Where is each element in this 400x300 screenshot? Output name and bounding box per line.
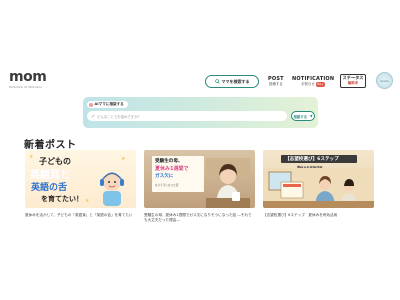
nav-notification[interactable]: NOTIFICATION お知らせ 99+ (292, 76, 334, 87)
post-thumbnail: 受験生の母、 夏休み1週間で ガス欠に なりそうになった話 (144, 150, 255, 208)
thumb-text-line: ガス欠に (155, 174, 174, 179)
star-icon: ★ (85, 198, 90, 204)
nav-post-sub: 投稿する (269, 82, 283, 86)
consult-input[interactable]: どんなことでお悩みですか？ (87, 111, 287, 121)
ai-consult-label: AIママに相談する (94, 102, 124, 106)
star-icon: ★ (29, 154, 34, 160)
post-thumbnail: ★ ★ ★ 子どもの 英語耳と 英語の舌 を育てたい！ (25, 150, 136, 208)
page: mom Mobilize of Mothers ママを検索する POST 投稿す… (0, 0, 400, 300)
thumb-text-line: 受験生の母、 (155, 159, 183, 164)
avatar[interactable]: mom (376, 72, 393, 89)
thumb-text-line: 夏休み1週間で (155, 166, 189, 172)
notification-badge: 99+ (315, 82, 326, 87)
tired-mother-illustration (206, 158, 250, 208)
ai-consult-tag: AIママに相談する (87, 101, 128, 108)
thumb-text-line: 英語耳と (30, 170, 70, 181)
thumb-title: 【志望校選び】6ステップ (285, 157, 339, 162)
star-icon: ★ (121, 156, 126, 162)
post-caption: 受験生の母、夏休み1週間でガス欠になりそうになった話 ―それでも大丈夫だった理由… (144, 213, 252, 223)
ai-avatar-icon (89, 102, 93, 107)
nav-notification-sub-row: お知らせ 99+ (292, 82, 334, 87)
thumb-text-line: 英語の舌 (31, 183, 68, 193)
post-card[interactable]: 受験生の母、 夏休み1週間で ガス欠に なりそうになった話 受験生の母、夏休み1… (144, 150, 255, 223)
section-title: 新着ポスト (24, 140, 77, 151)
logo[interactable]: mom Mobilize of Mothers (9, 69, 47, 89)
thumb-text-line: なりそうになった話 (155, 184, 179, 187)
logo-mark: mom (9, 69, 47, 85)
child-with-headphones-illustration (100, 172, 124, 206)
post-card[interactable]: ★ ★ ★ 子どもの 英語耳と 英語の舌 を育てたい！ 夏休みを活かして、子ども… (25, 150, 136, 218)
thumb-text-line: を育てたい！ (41, 195, 83, 203)
send-icon (308, 114, 313, 118)
search-mama-label: ママを検索する (221, 78, 250, 84)
post-caption: 【志望校選び】6ステップ 夏休みを有効活用 (263, 213, 338, 217)
status-sub: 無料中 (347, 81, 359, 85)
post-caption: 夏休みを活かして、子どもの「英語耳」と「英語の舌」を育てたい (25, 213, 133, 217)
header: mom Mobilize of Mothers ママを検索する POST 投稿す… (0, 64, 400, 98)
consult-placeholder: どんなことでお悩みですか？ (97, 114, 141, 119)
avatar-label: mom (380, 78, 389, 83)
search-mama-button[interactable]: ママを検索する (205, 75, 259, 88)
pencil-icon (91, 114, 95, 118)
school-choice-illustration (263, 168, 374, 208)
consult-send-label: 相談する (293, 114, 308, 119)
search-icon (214, 79, 220, 84)
post-thumbnail: 【志望校選び】6ステップ 夏休みを有効活用 (263, 150, 374, 208)
ai-consult-banner: AIママに相談する どんなことでお悩みですか？ 相談する (83, 97, 318, 128)
status-button[interactable]: ステータス 無料中 (340, 74, 366, 88)
logo-subtitle: Mobilize of Mothers (9, 85, 42, 89)
post-card[interactable]: 【志望校選び】6ステップ 夏休みを有効活用 【志望校選び】6ステップ 夏休みを有… (263, 150, 374, 218)
nav-post[interactable]: POST 投稿する (268, 76, 284, 87)
nav-notification-sub: お知らせ (301, 82, 315, 86)
consult-send-button[interactable]: 相談する (291, 111, 315, 121)
